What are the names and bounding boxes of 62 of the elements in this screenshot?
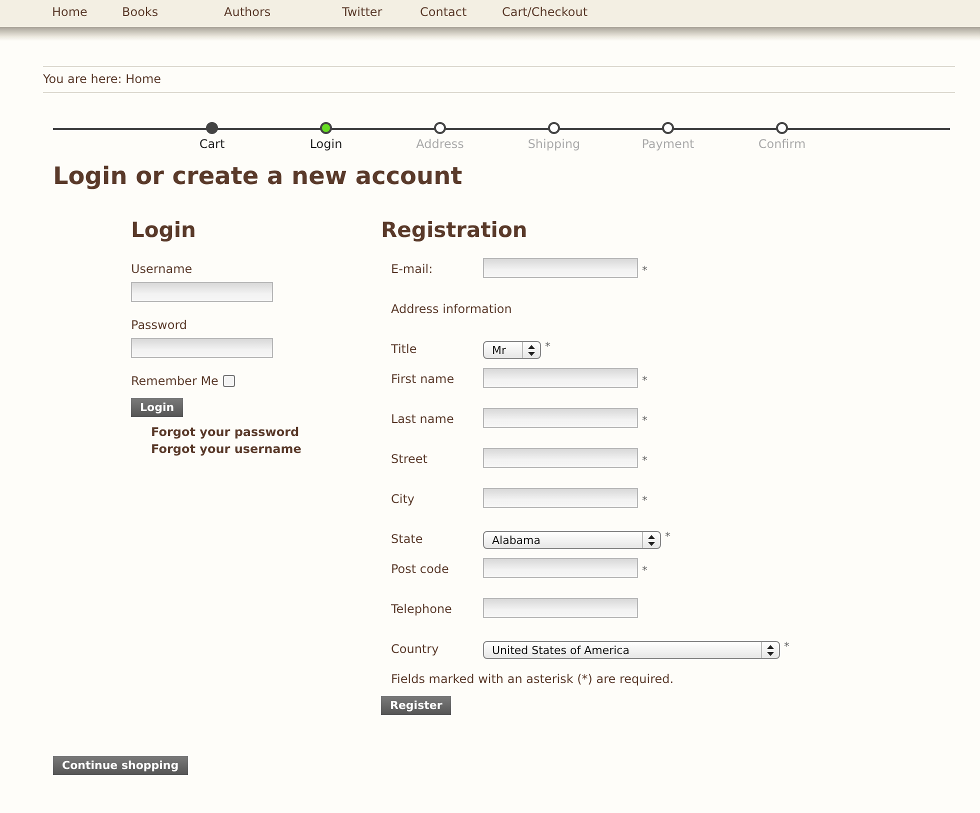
field-label: E-mail:: [391, 262, 434, 276]
updown-icon: [648, 534, 655, 546]
field-label: Post code: [391, 562, 450, 576]
required-mark: *: [642, 454, 648, 467]
step-label: Confirm: [758, 137, 806, 151]
nav-link[interactable]: Books: [122, 0, 224, 24]
nav-link[interactable]: Twitter: [342, 0, 420, 24]
nav-link[interactable]: Authors: [224, 0, 342, 24]
nav-link[interactable]: Home: [52, 0, 122, 24]
required-mark: *: [642, 414, 648, 427]
nav-link[interactable]: Contact: [420, 0, 502, 24]
username-field[interactable]: [131, 282, 273, 302]
input-field[interactable]: [483, 448, 638, 468]
field-label: Username: [131, 262, 194, 276]
select-field[interactable]: United States of America: [483, 641, 780, 659]
step-label: Login: [310, 137, 342, 151]
field-label: First name: [391, 372, 456, 386]
login-button[interactable]: Login: [131, 398, 184, 417]
select-field[interactable]: Alabama: [483, 531, 661, 549]
field-label: Street: [391, 452, 428, 466]
input-field[interactable]: [483, 258, 638, 278]
page-title: Login or create a new account: [53, 162, 464, 190]
input-field[interactable]: [483, 408, 638, 428]
field-label: Telephone: [391, 602, 453, 616]
field-label: Password: [131, 318, 188, 332]
remember-checkbox[interactable]: [223, 375, 236, 387]
required-mark: *: [642, 494, 648, 507]
breadcrumb: You are here: Home: [43, 72, 162, 86]
continue-shopping-button[interactable]: Continue shopping: [53, 756, 188, 775]
select-field[interactable]: Mr: [483, 341, 541, 359]
input-field[interactable]: [483, 488, 638, 508]
step-label: Cart: [199, 137, 225, 151]
forgot-link[interactable]: Forgot your password: [151, 425, 381, 439]
checkbox-label: Remember Me: [131, 374, 218, 388]
field-label: Country: [391, 642, 440, 656]
step-label: Shipping: [528, 137, 580, 151]
step-label: Address: [416, 137, 464, 151]
login-heading: Login: [131, 218, 197, 242]
updown-icon: [767, 644, 774, 656]
section-label: Address information: [391, 302, 512, 316]
register-button[interactable]: Register: [381, 696, 452, 715]
required-mark: *: [642, 374, 648, 387]
breadcrumb-link[interactable]: Home: [126, 72, 162, 86]
field-label: Last name: [391, 412, 455, 426]
required-mark: *: [545, 340, 550, 353]
registration-heading: Registration: [381, 218, 528, 242]
field-label: Title: [391, 342, 418, 356]
nav-link[interactable]: Cart/Checkout: [502, 0, 588, 24]
field-label: State: [391, 532, 424, 546]
required-mark: *: [642, 564, 648, 577]
required-note: Fields marked with an asterisk (*) are required.: [391, 672, 675, 686]
required-mark: *: [784, 640, 790, 653]
input-field[interactable]: [483, 368, 638, 388]
forgot-link[interactable]: Forgot your username: [151, 442, 381, 456]
step-label: Payment: [642, 137, 694, 151]
input-field[interactable]: [483, 558, 638, 578]
password-field[interactable]: [131, 338, 273, 358]
input-field[interactable]: [483, 598, 638, 618]
field-label: City: [391, 492, 416, 506]
required-mark: *: [665, 530, 670, 543]
updown-icon: [528, 344, 535, 356]
required-mark: *: [642, 264, 648, 277]
